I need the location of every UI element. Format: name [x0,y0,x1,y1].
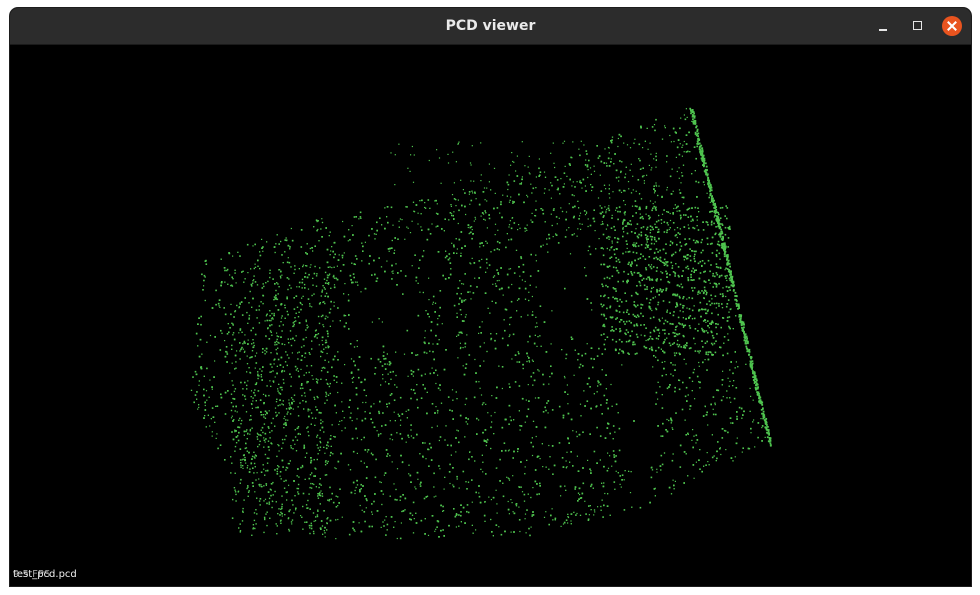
title-bar[interactable]: PCD viewer [10,8,971,45]
maximize-icon[interactable] [908,16,928,36]
minimize-icon[interactable] [874,16,894,36]
point-cloud-viewport[interactable]: 9.5 FPS test_pcd.pcd [10,45,971,586]
pcd-viewer-window: PCD viewer 9.5 FPS test_pcd.pcd [10,8,971,586]
point-cloud-render [190,107,772,540]
window-title: PCD viewer [445,18,536,34]
viewer-overlay: 9.5 FPS test_pcd.pcd [13,570,77,580]
close-icon[interactable] [942,16,962,36]
fps-readout: 9.5 FPS [13,569,51,580]
